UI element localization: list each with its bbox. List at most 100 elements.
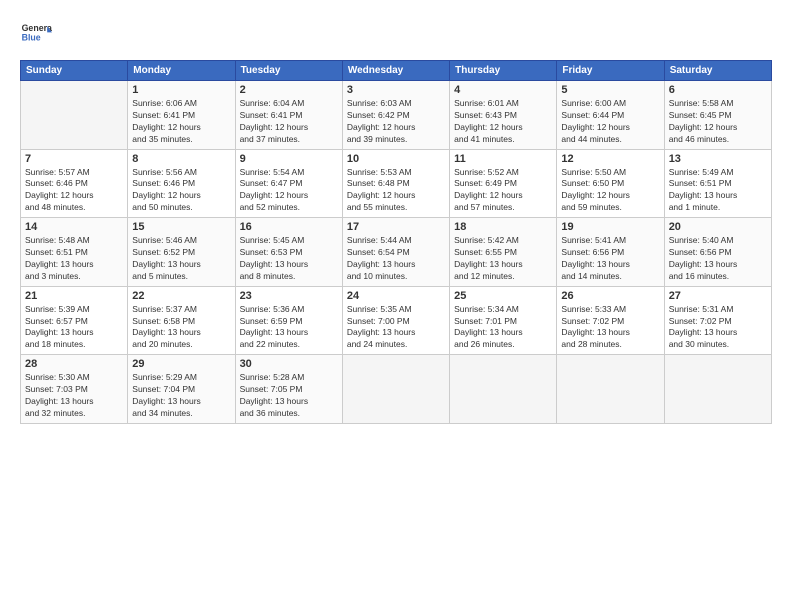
calendar-cell: 2 Sunrise: 6:04 AM Sunset: 6:41 PM Daylig…: [235, 81, 342, 150]
day-number: 20: [669, 221, 767, 233]
day-number: 27: [669, 290, 767, 302]
calendar-cell: 17Sunrise: 5:44 AM Sunset: 6:54 PM Dayli…: [342, 218, 449, 287]
day-number: 24: [347, 290, 445, 302]
col-header-wednesday: Wednesday: [342, 61, 449, 81]
day-content: Sunrise: 5:53 AM Sunset: 6:48 PM Dayligh…: [347, 167, 445, 215]
day-number: 15: [132, 221, 230, 233]
calendar-cell: 26 Sunrise: 5:33 AM Sunset: 7:02 PM Dayli…: [557, 286, 664, 355]
day-content: Sunrise: 5:58 AM Sunset: 6:45 PM Dayligh…: [669, 98, 767, 146]
calendar-cell: 3 Sunrise: 6:03 AM Sunset: 6:42 PM Daylig…: [342, 81, 449, 150]
day-number: 28: [25, 358, 123, 370]
calendar-cell: 14Sunrise: 5:48 AM Sunset: 6:51 PM Dayli…: [21, 218, 128, 287]
day-content: Sunrise: 5:30 AM Sunset: 7:03 PM Dayligh…: [25, 372, 123, 420]
day-content: Sunrise: 5:46 AM Sunset: 6:52 PM Dayligh…: [132, 235, 230, 283]
calendar-cell: 5 Sunrise: 6:00 AM Sunset: 6:44 PM Daylig…: [557, 81, 664, 150]
calendar-cell: [664, 355, 771, 424]
col-header-friday: Friday: [557, 61, 664, 81]
day-content: Sunrise: 6:04 AM Sunset: 6:41 PM Dayligh…: [240, 98, 338, 146]
day-content: Sunrise: 5:33 AM Sunset: 7:02 PM Dayligh…: [561, 304, 659, 352]
day-number: 25: [454, 290, 552, 302]
calendar-cell: 20 Sunrise: 5:40 AM Sunset: 6:56 PM Dayli…: [664, 218, 771, 287]
day-number: 23: [240, 290, 338, 302]
day-content: Sunrise: 5:36 AM Sunset: 6:59 PM Dayligh…: [240, 304, 338, 352]
calendar-cell: 21 Sunrise: 5:39 AM Sunset: 6:57 PM Dayli…: [21, 286, 128, 355]
calendar-cell: [21, 81, 128, 150]
calendar-cell: 1Sunrise: 6:06 AM Sunset: 6:41 PM Daylig…: [128, 81, 235, 150]
day-content: Sunrise: 5:28 AM Sunset: 7:05 PM Dayligh…: [240, 372, 338, 420]
calendar-cell: [557, 355, 664, 424]
day-content: Sunrise: 5:52 AM Sunset: 6:49 PM Dayligh…: [454, 167, 552, 215]
col-header-sunday: Sunday: [21, 61, 128, 81]
day-number: 6: [669, 84, 767, 96]
week-row-5: 28 Sunrise: 5:30 AM Sunset: 7:03 PM Dayli…: [21, 355, 772, 424]
calendar-cell: 11 Sunrise: 5:52 AM Sunset: 6:49 PM Dayli…: [450, 149, 557, 218]
calendar-cell: 16 Sunrise: 5:45 AM Sunset: 6:53 PM Dayli…: [235, 218, 342, 287]
day-number: 2: [240, 84, 338, 96]
day-number: 29: [132, 358, 230, 370]
day-content: Sunrise: 6:06 AM Sunset: 6:41 PM Dayligh…: [132, 98, 230, 146]
calendar-cell: 27 Sunrise: 5:31 AM Sunset: 7:02 PM Dayli…: [664, 286, 771, 355]
day-content: Sunrise: 5:35 AM Sunset: 7:00 PM Dayligh…: [347, 304, 445, 352]
col-header-tuesday: Tuesday: [235, 61, 342, 81]
day-content: Sunrise: 5:41 AM Sunset: 6:56 PM Dayligh…: [561, 235, 659, 283]
col-header-thursday: Thursday: [450, 61, 557, 81]
day-number: 7: [25, 153, 123, 165]
page: General Blue SundayMondayTuesdayWednesda…: [0, 0, 792, 612]
col-header-saturday: Saturday: [664, 61, 771, 81]
calendar-cell: 10Sunrise: 5:53 AM Sunset: 6:48 PM Dayli…: [342, 149, 449, 218]
day-number: 12: [561, 153, 659, 165]
week-row-3: 14Sunrise: 5:48 AM Sunset: 6:51 PM Dayli…: [21, 218, 772, 287]
day-number: 16: [240, 221, 338, 233]
day-number: 17: [347, 221, 445, 233]
day-content: Sunrise: 5:45 AM Sunset: 6:53 PM Dayligh…: [240, 235, 338, 283]
day-number: 19: [561, 221, 659, 233]
calendar-cell: 28 Sunrise: 5:30 AM Sunset: 7:03 PM Dayli…: [21, 355, 128, 424]
day-number: 11: [454, 153, 552, 165]
logo-icon: General Blue: [20, 18, 52, 50]
day-number: 3: [347, 84, 445, 96]
calendar-cell: [342, 355, 449, 424]
calendar-cell: 12 Sunrise: 5:50 AM Sunset: 6:50 PM Dayli…: [557, 149, 664, 218]
calendar-cell: 4 Sunrise: 6:01 AM Sunset: 6:43 PM Daylig…: [450, 81, 557, 150]
logo: General Blue: [20, 18, 52, 50]
calendar-cell: 18 Sunrise: 5:42 AM Sunset: 6:55 PM Dayli…: [450, 218, 557, 287]
day-content: Sunrise: 6:01 AM Sunset: 6:43 PM Dayligh…: [454, 98, 552, 146]
day-content: Sunrise: 5:37 AM Sunset: 6:58 PM Dayligh…: [132, 304, 230, 352]
day-number: 22: [132, 290, 230, 302]
day-content: Sunrise: 5:57 AM Sunset: 6:46 PM Dayligh…: [25, 167, 123, 215]
calendar-cell: 23 Sunrise: 5:36 AM Sunset: 6:59 PM Dayli…: [235, 286, 342, 355]
day-content: Sunrise: 5:42 AM Sunset: 6:55 PM Dayligh…: [454, 235, 552, 283]
header-row: SundayMondayTuesdayWednesdayThursdayFrid…: [21, 61, 772, 81]
day-content: Sunrise: 5:40 AM Sunset: 6:56 PM Dayligh…: [669, 235, 767, 283]
col-header-monday: Monday: [128, 61, 235, 81]
day-content: Sunrise: 5:50 AM Sunset: 6:50 PM Dayligh…: [561, 167, 659, 215]
day-content: Sunrise: 5:31 AM Sunset: 7:02 PM Dayligh…: [669, 304, 767, 352]
calendar-cell: 24 Sunrise: 5:35 AM Sunset: 7:00 PM Dayli…: [342, 286, 449, 355]
day-number: 26: [561, 290, 659, 302]
header: General Blue: [20, 18, 772, 50]
calendar-table: SundayMondayTuesdayWednesdayThursdayFrid…: [20, 60, 772, 424]
svg-text:Blue: Blue: [22, 32, 41, 42]
day-content: Sunrise: 5:48 AM Sunset: 6:51 PM Dayligh…: [25, 235, 123, 283]
day-content: Sunrise: 5:56 AM Sunset: 6:46 PM Dayligh…: [132, 167, 230, 215]
calendar-cell: 8 Sunrise: 5:56 AM Sunset: 6:46 PM Daylig…: [128, 149, 235, 218]
week-row-1: 1Sunrise: 6:06 AM Sunset: 6:41 PM Daylig…: [21, 81, 772, 150]
calendar-cell: [450, 355, 557, 424]
day-number: 13: [669, 153, 767, 165]
calendar-cell: 7 Sunrise: 5:57 AM Sunset: 6:46 PM Daylig…: [21, 149, 128, 218]
day-content: Sunrise: 6:03 AM Sunset: 6:42 PM Dayligh…: [347, 98, 445, 146]
day-number: 5: [561, 84, 659, 96]
day-content: Sunrise: 5:39 AM Sunset: 6:57 PM Dayligh…: [25, 304, 123, 352]
calendar-cell: 19 Sunrise: 5:41 AM Sunset: 6:56 PM Dayli…: [557, 218, 664, 287]
day-number: 21: [25, 290, 123, 302]
calendar-cell: 25 Sunrise: 5:34 AM Sunset: 7:01 PM Dayli…: [450, 286, 557, 355]
day-number: 18: [454, 221, 552, 233]
day-content: Sunrise: 5:54 AM Sunset: 6:47 PM Dayligh…: [240, 167, 338, 215]
day-content: Sunrise: 5:49 AM Sunset: 6:51 PM Dayligh…: [669, 167, 767, 215]
day-number: 8: [132, 153, 230, 165]
day-content: Sunrise: 6:00 AM Sunset: 6:44 PM Dayligh…: [561, 98, 659, 146]
calendar-cell: 6 Sunrise: 5:58 AM Sunset: 6:45 PM Daylig…: [664, 81, 771, 150]
day-number: 4: [454, 84, 552, 96]
calendar-cell: 13 Sunrise: 5:49 AM Sunset: 6:51 PM Dayli…: [664, 149, 771, 218]
day-content: Sunrise: 5:34 AM Sunset: 7:01 PM Dayligh…: [454, 304, 552, 352]
